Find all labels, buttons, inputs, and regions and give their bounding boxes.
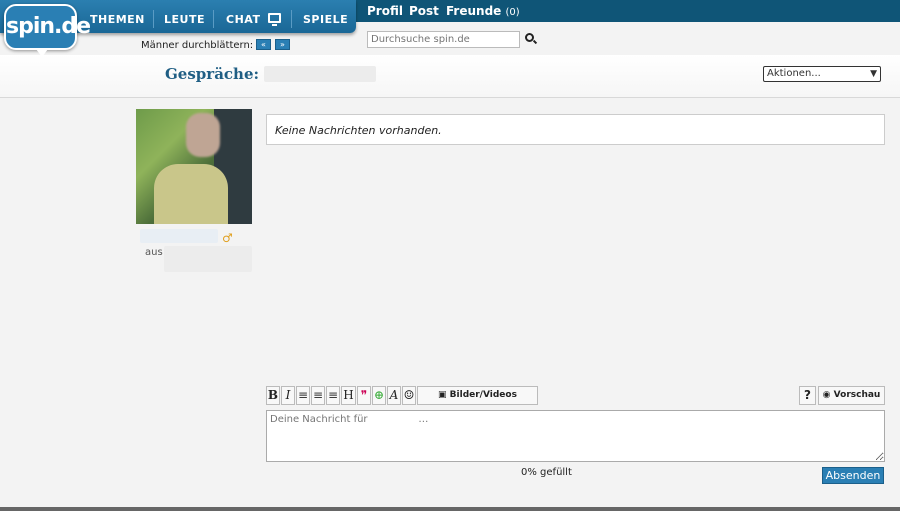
search-input[interactable]	[367, 31, 520, 48]
location-label: aus	[145, 247, 163, 258]
italic-button[interactable]: I	[281, 386, 295, 405]
nav-profil[interactable]: Profil	[367, 4, 403, 18]
font-button[interactable]: A	[387, 386, 401, 405]
bold-button[interactable]: B	[266, 386, 280, 405]
chevron-down-icon: ▼	[870, 69, 877, 79]
bottom-strip	[0, 507, 900, 511]
nav-divider	[291, 10, 292, 28]
preview-button[interactable]: ◉ Vorschau	[818, 386, 885, 405]
media-label: Bilder/Videos	[449, 390, 517, 400]
nav-post[interactable]: Post	[409, 4, 439, 18]
photo-face-blurred	[186, 113, 220, 157]
message-list: Keine Nachrichten vorhanden.	[266, 114, 885, 145]
browse-label: Männer durchblättern:	[141, 40, 254, 51]
empty-message: Keine Nachrichten vorhanden.	[275, 124, 442, 137]
nav-divider	[213, 10, 214, 28]
monitor-icon[interactable]	[268, 13, 281, 26]
eye-icon: ◉	[822, 390, 834, 400]
image-icon: ▣	[438, 390, 450, 400]
page-title: Gespräche:	[165, 65, 260, 83]
spin-logo[interactable]: spin.de	[4, 4, 91, 57]
nav-themen[interactable]: THEMEN	[90, 13, 145, 26]
redacted-location	[164, 246, 252, 272]
actions-selected: Aktionen...	[767, 68, 821, 79]
profile-photo[interactable]	[136, 109, 252, 224]
logo-text: spin.de	[6, 14, 91, 39]
send-button[interactable]: Absenden	[822, 467, 884, 484]
male-icon: ♂	[222, 231, 233, 245]
fill-status: 0% gefüllt	[521, 467, 572, 478]
message-input[interactable]	[266, 410, 885, 462]
nav-freunde[interactable]: Freunde (0)	[446, 4, 520, 18]
align-center-icon[interactable]: ≡	[311, 386, 325, 405]
redacted-profile-name[interactable]	[140, 229, 218, 243]
freunde-label: Freunde	[446, 4, 502, 18]
heading-button[interactable]: H	[341, 386, 356, 405]
photo-shirt	[154, 164, 228, 224]
help-button[interactable]: ?	[799, 386, 816, 405]
nav-divider	[153, 10, 154, 28]
link-icon[interactable]: ⊕	[372, 386, 386, 405]
quote-icon[interactable]: ❞	[357, 386, 371, 405]
freunde-count: (0)	[505, 7, 520, 18]
align-left-icon[interactable]: ≡	[296, 386, 310, 405]
media-button[interactable]: ▣ Bilder/Videos	[417, 386, 538, 405]
actions-select[interactable]: Aktionen... ▼	[763, 66, 881, 82]
browse-prev-button[interactable]: «	[256, 39, 271, 50]
preview-label: Vorschau	[833, 390, 881, 400]
search-icon[interactable]	[525, 33, 534, 42]
browse-next-button[interactable]: »	[275, 39, 290, 50]
smiley-icon[interactable]: ☺	[402, 386, 416, 405]
nav-spiele[interactable]: SPIELE	[303, 13, 348, 26]
redacted-username	[264, 66, 376, 82]
nav-leute[interactable]: LEUTE	[164, 13, 205, 26]
nav-chat[interactable]: CHAT	[226, 13, 260, 26]
align-right-icon[interactable]: ≡	[326, 386, 340, 405]
